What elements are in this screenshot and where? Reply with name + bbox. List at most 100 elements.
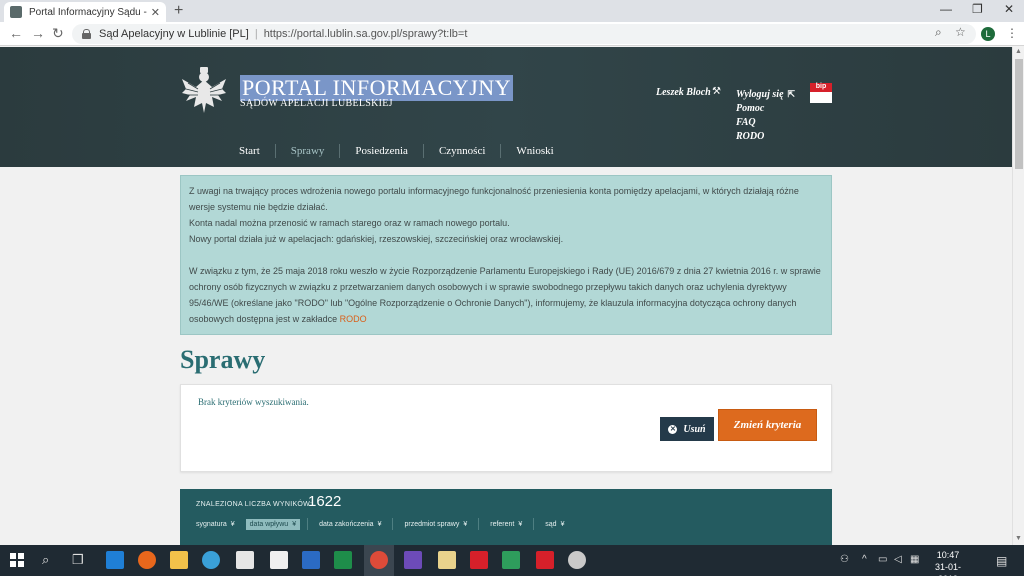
sort-chevron-icon: ¥ [230,520,235,528]
app-icon[interactable] [502,551,520,569]
criteria-status: Brak kryteriów wyszukiwania. [198,397,309,407]
back-icon[interactable]: ← [9,25,23,41]
windows-taskbar: ⌕ ❒ ⚇ ^ ▭ ◁ ▦ 10:47 31-01-2019 ▤ [0,545,1024,576]
profile-avatar[interactable]: L [981,27,995,41]
nav-start[interactable]: Start [224,144,276,158]
scroll-up-icon[interactable]: ▲ [1015,48,1022,55]
results-bar: ZNALEZIONA LICZBA WYNIKÓW: 1622 sygnatur… [180,489,832,545]
browser-tab[interactable]: Portal Informacyjny Sądu - Sprawy ✕ [4,2,166,22]
new-tab-icon[interactable]: + [174,2,183,20]
acrobat-icon[interactable] [470,551,488,569]
results-count-label: ZNALEZIONA LICZBA WYNIKÓW: [196,501,313,508]
nav-sprawy[interactable]: Sprawy [276,144,341,158]
notice-gdpr-text: W związku z tym, że 25 maja 2018 roku we… [189,266,821,324]
volume-icon[interactable]: ◁ [894,554,902,565]
network-icon[interactable]: ▭ [878,554,887,565]
logout-link[interactable]: Wyloguj się ⇱ [736,87,795,102]
java-icon[interactable] [270,551,288,569]
notice-gdpr: W związku z tym, że 25 maja 2018 roku we… [189,263,823,327]
scroll-down-icon[interactable]: ▼ [1015,535,1022,542]
app-icon[interactable] [536,551,554,569]
edge-icon[interactable] [106,551,124,569]
excel-icon[interactable] [334,551,352,569]
results-count: 1622 [308,493,342,510]
reload-icon[interactable]: ↻ [52,25,64,42]
task-view-icon[interactable]: ❒ [72,552,84,568]
sort-data-zakonczenia[interactable]: data zakończenia ¥ [315,519,385,530]
address-bar[interactable]: Sąd Apelacyjny w Lublinie [PL] | https:/… [72,24,976,44]
sort-referent[interactable]: referent ¥ [486,519,526,530]
change-criteria-button[interactable]: Zmień kryteria [718,409,817,441]
user-name[interactable]: Leszek Bloch [656,87,711,98]
store-icon[interactable] [236,551,254,569]
sort-sygnatura[interactable]: sygnatura ¥ [192,519,239,530]
notice-rodo-link[interactable]: RODO [340,314,367,324]
scrollbar-thumb[interactable] [1015,59,1023,169]
nav-wnioski[interactable]: Wnioski [501,144,568,158]
people-icon[interactable]: ⚇ [840,554,849,565]
eagle-emblem-icon [182,67,226,113]
logout-link-label: Wyloguj się [736,89,784,100]
bookmark-star-icon[interactable]: ☆ [955,25,966,39]
sort-data-wplywu[interactable]: data wpływu ¥ [245,518,301,530]
minimize-icon[interactable]: — [940,2,952,16]
nav-posiedzenia[interactable]: Posiedzenia [340,144,424,158]
site-identity: Sąd Apelacyjny w Lublinie [PL] [99,28,249,40]
bip-logo[interactable]: bip [810,83,832,103]
page-title: Sprawy [180,345,266,374]
main-navigation: Start Sprawy Posiedzenia Czynności Wnios… [224,144,569,158]
settings-tools-icon[interactable]: ⚒ [712,86,721,97]
browser-menu-icon[interactable]: ⋮ [1006,26,1018,40]
browser-tab-strip: Portal Informacyjny Sądu - Sprawy ✕ + — … [0,0,1024,22]
chrome-icon[interactable] [370,551,388,569]
sort-label: data zakończenia [319,520,374,528]
windows-start-icon[interactable] [10,553,24,567]
keyboard-icon[interactable]: ▦ [910,554,919,565]
maximize-icon[interactable]: ❐ [972,2,983,16]
sort-label: przedmiot sprawy [404,520,460,528]
notice-line-1: Z uwagi na trwający proces wdrożenia now… [189,186,799,212]
window-close-icon[interactable]: ✕ [1004,2,1014,16]
mail-icon[interactable] [438,551,456,569]
user-links: Wyloguj się ⇱ Pomoc FAQ RODO [736,87,795,144]
help-link[interactable]: Pomoc [736,102,795,116]
zoom-icon[interactable]: ⌕ [935,25,942,40]
sort-label: sąd [545,520,557,528]
search-criteria-panel: Brak kryteriów wyszukiwania. ✕ Usuń Zmie… [180,384,832,472]
sort-chevron-icon: ¥ [518,520,523,528]
sort-chevron-icon: ¥ [292,520,297,528]
app-icon[interactable] [568,551,586,569]
sort-divider [392,518,394,530]
forward-icon[interactable]: → [31,25,45,41]
lock-icon [82,29,91,39]
firefox-icon[interactable] [138,551,156,569]
browser-toolbar: ← → ↻ Sąd Apelacyjny w Lublinie [PL] | h… [0,22,1024,46]
notifications-icon[interactable]: ▤ [996,554,1007,568]
sort-divider [307,518,309,530]
url-text: https://portal.lublin.sa.gov.pl/sprawy?t… [263,28,468,40]
sort-chevron-icon: ¥ [463,520,468,528]
external-link-icon: ⇱ [787,89,796,99]
app-icon[interactable] [404,551,422,569]
tray-expand-icon[interactable]: ^ [862,554,867,565]
app-icon[interactable] [202,551,220,569]
system-clock[interactable]: 10:47 31-01-2019 [928,549,968,576]
sort-divider [478,518,480,530]
tab-title: Portal Informacyjny Sądu - Sprawy [29,6,147,18]
site-header: PORTAL INFORMACYJNY SĄDÓW APELACJI LUBEL… [0,47,1012,167]
word-icon[interactable] [302,551,320,569]
remove-criteria-button[interactable]: ✕ Usuń [660,417,714,441]
sort-przedmiot-sprawy[interactable]: przedmiot sprawy ¥ [400,519,471,530]
page-viewport: PORTAL INFORMACYJNY SĄDÓW APELACJI LUBEL… [0,47,1012,545]
page-scrollbar[interactable]: ▲ ▼ [1012,47,1024,545]
close-tab-icon[interactable]: ✕ [151,6,160,19]
faq-link[interactable]: FAQ [736,116,795,130]
rodo-link[interactable]: RODO [736,130,795,144]
search-icon[interactable]: ⌕ [42,552,49,568]
sort-sad[interactable]: sąd ¥ [541,519,568,530]
notice-line-2: Konta nadal można przenosić w ramach sta… [189,218,510,228]
file-explorer-icon[interactable] [170,551,188,569]
clock-date: 31-01-2019 [934,562,961,576]
url-separator: | [254,28,258,40]
nav-czynnosci[interactable]: Czynności [424,144,502,158]
